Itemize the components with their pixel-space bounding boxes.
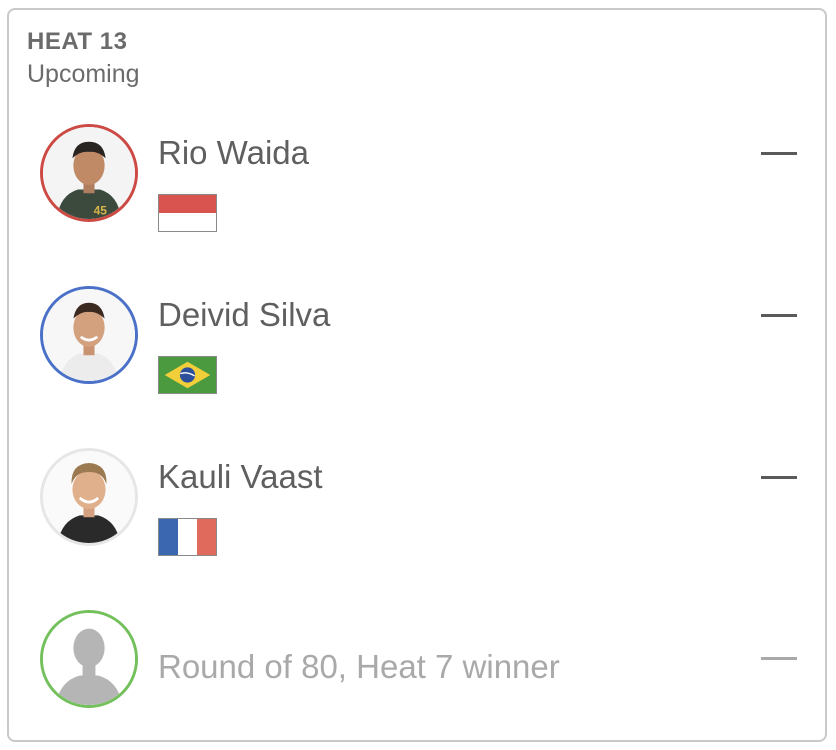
person-silhouette-icon (43, 613, 135, 705)
surfer-row-2[interactable]: Deivid Silva (9, 284, 825, 394)
surfer-name: Rio Waida (158, 134, 309, 171)
surfer-photo-icon (43, 451, 135, 543)
surfer-name: Kauli Vaast (158, 458, 323, 495)
indonesia-flag-icon (158, 194, 217, 232)
surfer-avatar (40, 286, 138, 384)
surfer-photo-icon: 45 (43, 127, 135, 219)
surfer-row-4[interactable]: Round of 80, Heat 7 winner (9, 608, 825, 718)
svg-text:45: 45 (94, 203, 108, 217)
score-placeholder (761, 476, 797, 479)
score-placeholder (761, 152, 797, 155)
heat-title: HEAT 13 (27, 28, 128, 55)
brazil-flag-icon (158, 356, 217, 394)
heat-status: Upcoming (27, 60, 140, 88)
surfer-row-1[interactable]: 45 Rio Waida (9, 122, 825, 232)
surfer-photo-icon (43, 289, 135, 381)
france-flag-icon (158, 518, 217, 556)
surfer-row-3[interactable]: Kauli Vaast (9, 446, 825, 556)
heat-card: HEAT 13 Upcoming 45 Rio Waida Deivid Sil… (7, 8, 827, 742)
surfer-name: Deivid Silva (158, 296, 331, 333)
score-placeholder (761, 314, 797, 317)
surfer-avatar: 45 (40, 124, 138, 222)
score-placeholder (761, 657, 797, 660)
surfer-name: Round of 80, Heat 7 winner (158, 648, 560, 685)
surfer-avatar (40, 448, 138, 546)
placeholder-avatar (40, 610, 138, 708)
